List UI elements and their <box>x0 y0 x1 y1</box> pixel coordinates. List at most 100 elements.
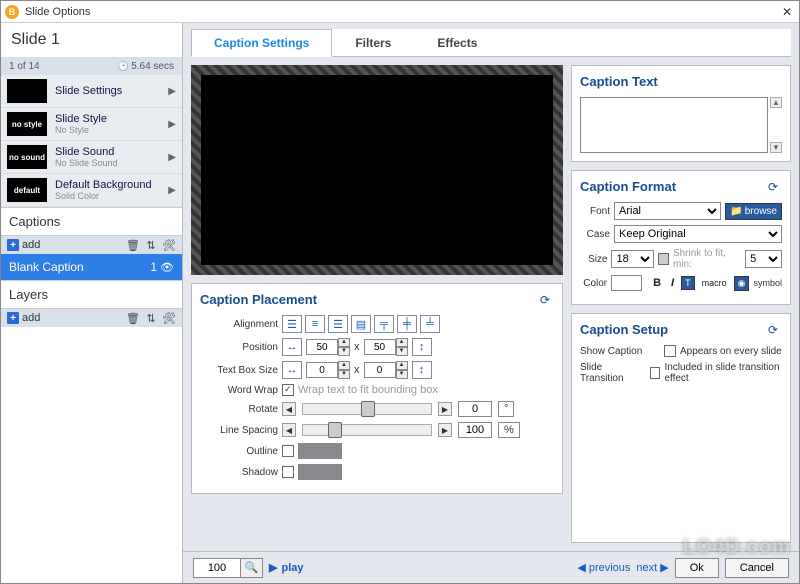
zoom-input[interactable] <box>193 558 241 578</box>
textbox-h-input[interactable] <box>364 362 396 378</box>
color-swatch[interactable] <box>611 275 642 291</box>
captions-toolbar: +add 🗑 ⇅ 🛠 <box>1 236 182 254</box>
position-y-spin[interactable]: ▲▼ <box>364 338 408 356</box>
textbox-w-spin[interactable]: ▲▼ <box>306 361 350 379</box>
add-caption-button[interactable]: +add <box>7 239 40 251</box>
add-layer-button[interactable]: +add <box>7 312 40 324</box>
show-caption-checkbox[interactable] <box>664 345 676 357</box>
tt-button[interactable]: T <box>681 276 695 290</box>
reset-icon[interactable]: ⟳ <box>768 323 782 337</box>
caption-placement-panel: Caption Placement ⟳ Alignment ☰ ≡ ☰ ▤ ╤ <box>191 283 563 494</box>
up-icon[interactable]: ▲ <box>338 338 350 347</box>
italic-button[interactable]: I <box>668 276 677 290</box>
sidebar-item-slide-style[interactable]: no style Slide StyleNo Style ▶ <box>1 108 182 141</box>
position-x-input[interactable] <box>306 339 338 355</box>
symbol-button[interactable]: ◉ <box>734 276 750 291</box>
sidebar-item-label: Slide Sound <box>55 146 168 158</box>
tab-effects[interactable]: Effects <box>414 29 500 56</box>
cancel-button[interactable]: Cancel <box>725 558 789 578</box>
align-top-icon[interactable]: ╤ <box>374 315 394 333</box>
next-button[interactable]: next▶ <box>636 561 668 574</box>
font-label: Font <box>580 206 610 217</box>
align-left-icon[interactable]: ☰ <box>282 315 302 333</box>
wordwrap-checkbox[interactable] <box>282 384 294 396</box>
shadow-label: Shadow <box>200 467 278 478</box>
rotate-slider[interactable] <box>302 403 432 415</box>
align-bottom-icon[interactable]: ╧ <box>420 315 440 333</box>
slider-right-icon[interactable]: ▶ <box>438 423 452 437</box>
shrink-checkbox[interactable] <box>658 253 669 265</box>
up-icon[interactable]: ▲ <box>396 338 408 347</box>
sidebar: Slide 1 1 of 14 5.64 secs Slide Settings… <box>1 23 183 583</box>
position-x-spin[interactable]: ▲▼ <box>306 338 350 356</box>
caption-text-input[interactable] <box>580 97 768 153</box>
play-button[interactable]: ▶play <box>269 561 303 574</box>
case-select[interactable]: Keep Original <box>614 225 782 243</box>
slide-title: Slide 1 <box>1 23 182 58</box>
slider-thumb[interactable] <box>361 401 375 417</box>
sidebar-item-default-background[interactable]: default Default BackgroundSolid Color ▶ <box>1 174 182 207</box>
sidebar-item-slide-sound[interactable]: no sound Slide SoundNo Slide Sound ▶ <box>1 141 182 174</box>
slider-left-icon[interactable]: ◀ <box>282 423 296 437</box>
move-v-icon[interactable]: ↕ <box>412 338 432 356</box>
position-y-input[interactable] <box>364 339 396 355</box>
shadow-checkbox[interactable] <box>282 466 294 478</box>
tools-icon[interactable]: 🛠 <box>162 311 176 325</box>
move-h-icon[interactable]: ↔ <box>282 338 302 356</box>
size-select[interactable]: 18 <box>611 250 653 268</box>
close-icon[interactable]: ✕ <box>779 5 795 19</box>
blank-caption-row[interactable]: Blank Caption 1👁 <box>1 254 182 280</box>
reset-icon[interactable]: ⟳ <box>540 293 554 307</box>
trash-icon[interactable]: 🗑 <box>126 311 140 325</box>
textbox-w-input[interactable] <box>306 362 338 378</box>
tools-icon[interactable]: 🛠 <box>162 238 176 252</box>
browse-button[interactable]: 📁browse <box>725 203 782 220</box>
down-icon[interactable]: ▼ <box>338 370 350 379</box>
slide-duration: 5.64 secs <box>117 61 174 72</box>
shadow-color-swatch[interactable] <box>298 464 342 480</box>
linespacing-slider[interactable] <box>302 424 432 436</box>
trash-icon[interactable]: 🗑 <box>126 238 140 252</box>
tab-filters[interactable]: Filters <box>332 29 414 56</box>
ok-button[interactable]: Ok <box>675 558 719 578</box>
down-icon[interactable]: ▼ <box>338 347 350 356</box>
reset-icon[interactable]: ⟳ <box>768 180 782 194</box>
captions-header: Captions <box>1 207 182 236</box>
outline-checkbox[interactable] <box>282 445 294 457</box>
width-icon[interactable]: ↔ <box>282 361 302 379</box>
slider-right-icon[interactable]: ▶ <box>438 402 452 416</box>
sidebar-item-slide-settings[interactable]: Slide Settings ▶ <box>1 75 182 108</box>
align-middle-icon[interactable]: ╪ <box>397 315 417 333</box>
search-icon[interactable]: 🔍 <box>241 558 263 578</box>
align-right-icon[interactable]: ☰ <box>328 315 348 333</box>
height-icon[interactable]: ↕ <box>412 361 432 379</box>
slide-transition-checkbox[interactable] <box>650 367 660 379</box>
slider-left-icon[interactable]: ◀ <box>282 402 296 416</box>
shrink-min-select[interactable]: 5 <box>745 250 782 268</box>
align-justify-icon[interactable]: ▤ <box>351 315 371 333</box>
tab-caption-settings[interactable]: Caption Settings <box>191 29 332 57</box>
up-icon[interactable]: ▲ <box>396 361 408 370</box>
scroll-down-icon[interactable]: ▼ <box>770 142 782 153</box>
up-icon[interactable]: ▲ <box>338 361 350 370</box>
align-center-h-icon[interactable]: ≡ <box>305 315 325 333</box>
sort-icon[interactable]: ⇅ <box>144 311 158 325</box>
previous-button[interactable]: ◀previous <box>577 561 630 574</box>
down-icon[interactable]: ▼ <box>396 370 408 379</box>
textbox-h-spin[interactable]: ▲▼ <box>364 361 408 379</box>
slide-preview[interactable] <box>191 65 563 275</box>
font-select[interactable]: Arial <box>614 202 721 220</box>
slide-info: 1 of 14 5.64 secs <box>1 58 182 75</box>
sort-icon[interactable]: ⇅ <box>144 238 158 252</box>
plus-icon: + <box>7 239 19 251</box>
play-icon: ▶ <box>269 561 277 574</box>
macro-button[interactable]: macro <box>699 277 730 289</box>
linespacing-input[interactable] <box>458 422 492 438</box>
outline-color-swatch[interactable] <box>298 443 342 459</box>
blank-caption-label: Blank Caption <box>9 260 84 274</box>
scroll-up-icon[interactable]: ▲ <box>770 97 782 108</box>
bold-button[interactable]: B <box>650 276 664 290</box>
rotate-input[interactable] <box>458 401 492 417</box>
down-icon[interactable]: ▼ <box>396 347 408 356</box>
slider-thumb[interactable] <box>328 422 342 438</box>
